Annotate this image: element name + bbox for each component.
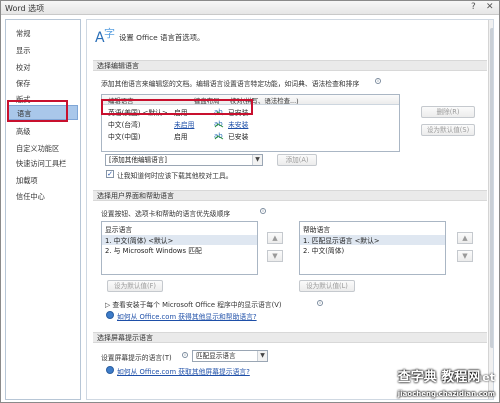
screentip-label: 设置屏幕提示的语言(T) — [101, 354, 172, 362]
nav-item-proofing[interactable]: 校对 — [8, 60, 78, 75]
chevron-down-icon: ▼ — [252, 155, 262, 165]
highlight-default-language-row — [101, 99, 253, 115]
remove-button[interactable]: 删除(R) — [421, 106, 475, 118]
table-row[interactable]: 中文(台湾) 未启用 ab 未安装 — [102, 118, 399, 129]
set-default-editing-button[interactable]: 设为默认值(S) — [421, 124, 475, 136]
watermark-text: 查字典 教程网 jiaocheng.chazidian.com — [397, 370, 495, 398]
row-language: 中文(中国) — [108, 133, 141, 141]
nav-item-general[interactable]: 常规 — [8, 26, 78, 41]
move-up-display-button[interactable]: ▲ — [267, 232, 283, 244]
view-installed-expander[interactable]: ▷ 查看安装于每个 Microsoft Office 程序中的显示语言(V) — [105, 299, 282, 309]
scrollbar-thumb[interactable] — [490, 28, 493, 348]
vertical-scrollbar[interactable] — [488, 20, 493, 399]
get-more-display-link[interactable]: 如何从 Office.com 获得其他显示和帮助语言? — [117, 311, 257, 321]
row-proofing: 已安装 — [228, 133, 249, 141]
nav-item-advanced[interactable]: 高级 — [8, 124, 78, 139]
get-more-screentip-link[interactable]: 如何从 Office.com 获取其他屏幕提示语言? — [117, 366, 250, 376]
move-down-display-button[interactable]: ▼ — [267, 250, 283, 262]
table-row[interactable]: 中文(中国) 启用 ab 已安装 — [102, 130, 399, 141]
row-keyboard[interactable]: 未启用 — [174, 119, 194, 129]
section-screentip-language: 选择屏幕提示语言 — [93, 332, 487, 343]
options-nav: 常规 显示 校对 保存 版式 语言 高级 自定义功能区 快速访问工具栏 加载项 … — [5, 19, 81, 400]
set-default-display-button[interactable]: 设为默认值(F) — [107, 280, 163, 292]
help-icon[interactable]: ? — [471, 2, 476, 12]
nav-item-trust-center[interactable]: 信任中心 — [8, 189, 78, 204]
row-proofing[interactable]: 未安装 — [228, 119, 248, 129]
info-icon: i — [260, 208, 266, 214]
editing-description: 添加其他语言来编辑您的文档。编辑语言设置语言特定功能，如词典、语法检查和排序 — [101, 80, 360, 88]
nav-item-save[interactable]: 保存 — [8, 76, 78, 91]
nav-item-quick-access-toolbar[interactable]: 快速访问工具栏 — [8, 156, 78, 171]
highlight-nav-language — [7, 100, 68, 122]
nav-item-add-ins[interactable]: 加载项 — [8, 173, 78, 188]
spellcheck-icon: ab — [214, 120, 223, 128]
globe-icon — [106, 311, 114, 319]
word-options-window: Word 选项 ? ✕ 常规 显示 校对 保存 版式 语言 高级 自定义功能区 … — [0, 0, 500, 403]
section-editing-language: 选择编辑语言 — [93, 60, 487, 71]
title-bar: Word 选项 ? ✕ — [1, 1, 499, 15]
add-editing-language-select[interactable]: [添加其他编辑语言] ▼ — [105, 154, 263, 166]
help-list-header: 帮助语言 — [303, 226, 331, 234]
screentip-language-select[interactable]: 匹配显示语言 ▼ — [192, 350, 268, 362]
globe-icon — [106, 366, 114, 374]
info-icon: i — [317, 300, 323, 306]
list-item[interactable]: 1. 匹配显示语言 <默认> — [300, 235, 445, 245]
window-title: Word 选项 — [5, 4, 45, 13]
nav-item-display[interactable]: 显示 — [8, 43, 78, 58]
spellcheck-icon: ab — [214, 132, 223, 140]
info-icon: i — [182, 352, 188, 358]
row-language: 中文(台湾) — [108, 121, 141, 129]
help-language-list[interactable]: 帮助语言 1. 匹配显示语言 <默认> 2. 中文(简体) — [299, 221, 446, 275]
language-icon: A 字 — [95, 26, 115, 46]
chevron-down-icon: ▼ — [257, 351, 267, 361]
close-icon[interactable]: ✕ — [486, 2, 494, 12]
info-icon: i — [375, 78, 381, 84]
svg-text:字: 字 — [104, 26, 115, 40]
display-description: 设置按钮、选项卡和帮助的语言优先级顺序 — [101, 210, 231, 218]
language-panel: A 字 设置 Office 语言首选项。 选择编辑语言 添加其他语言来编辑您的文… — [86, 19, 494, 400]
notify-proofing-checkbox[interactable]: ✓ — [106, 170, 114, 178]
set-default-help-button[interactable]: 设为默认值(L) — [299, 280, 355, 292]
notify-proofing-label: 让我知道何时应该下载其他校对工具。 — [117, 172, 233, 180]
section-display-language: 选择用户界面和帮助语言 — [93, 190, 487, 201]
list-item[interactable]: 2. 中文(简体) — [303, 245, 344, 255]
nav-item-customize-ribbon[interactable]: 自定义功能区 — [8, 141, 78, 156]
add-button[interactable]: 添加(A) — [277, 154, 317, 166]
display-language-list[interactable]: 显示语言 1. 中文(简体) <默认> 2. 与 Microsoft Windo… — [101, 221, 258, 275]
move-down-help-button[interactable]: ▼ — [457, 250, 473, 262]
display-list-header: 显示语言 — [105, 226, 133, 234]
move-up-help-button[interactable]: ▲ — [457, 232, 473, 244]
list-item[interactable]: 2. 与 Microsoft Windows 匹配 — [105, 245, 202, 255]
page-title: 设置 Office 语言首选项。 — [119, 33, 205, 42]
row-keyboard: 启用 — [174, 133, 188, 141]
list-item[interactable]: 1. 中文(简体) <默认> — [102, 235, 257, 245]
